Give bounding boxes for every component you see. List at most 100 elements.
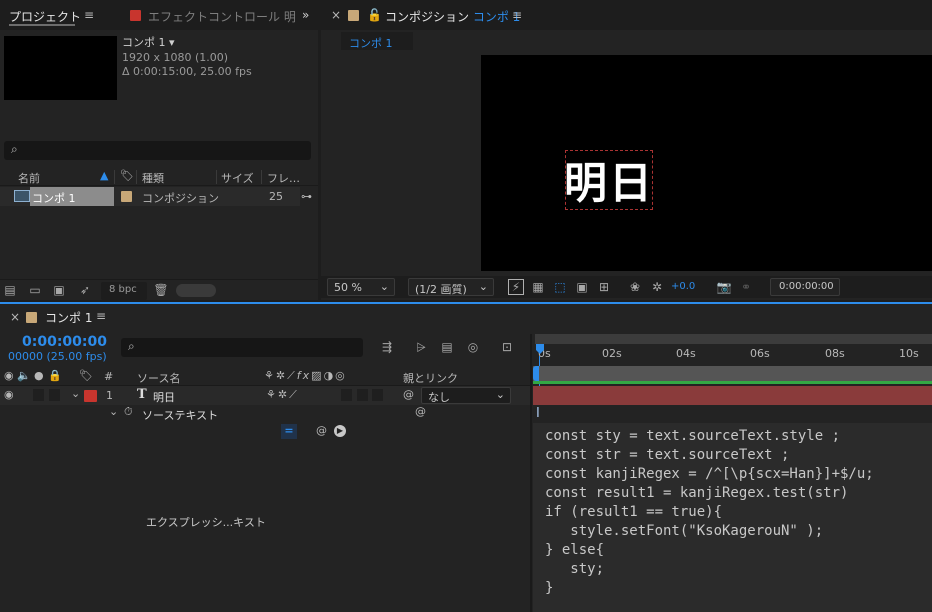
- comp-flowchart-icon[interactable]: ⇶: [378, 338, 396, 356]
- layer-row[interactable]: ◉ ⌄ 1 T 明日 ⚘✲⟋ @ なし ⌄: [0, 386, 530, 405]
- interpret-footage-icon[interactable]: ▤: [2, 282, 18, 298]
- graph-editor-icon[interactable]: ⊡: [498, 338, 516, 356]
- expression-pickwhip-icon[interactable]: @: [415, 405, 426, 418]
- switch-box-2[interactable]: [357, 389, 368, 401]
- tab-effect-controls[interactable]: エフェクトコントロール 明: [148, 8, 296, 25]
- column-name[interactable]: 名前: [18, 170, 40, 186]
- solo-box[interactable]: [33, 389, 44, 401]
- timeline-timecode[interactable]: 0:00:00:00: [22, 334, 107, 350]
- bpc-button[interactable]: 8 bpc: [101, 282, 147, 300]
- new-composition-icon[interactable]: ▣: [51, 282, 67, 298]
- exposure-value[interactable]: +0.0: [671, 281, 695, 292]
- column-frame[interactable]: フレ…: [267, 170, 300, 186]
- timecode-field[interactable]: 0:00:00:00: [770, 278, 840, 296]
- timeline-panel: × コンポ 1 ≡ 0:00:00:00 00000 (25.00 fps) ⌕…: [0, 304, 932, 612]
- chevron-down-icon: ⌄: [379, 280, 389, 293]
- video-switch-icon: ◉: [4, 369, 14, 382]
- frame-blending-icon[interactable]: ▤: [438, 338, 456, 356]
- project-toolbar: ▤ ▭ ▣ ➶ 8 bpc 🗑: [0, 279, 318, 300]
- trash-icon[interactable]: 🗑: [153, 282, 169, 298]
- expand-panels-icon[interactable]: »: [302, 8, 309, 22]
- flowchart-icon[interactable]: ⊶: [301, 190, 312, 203]
- pickwhip-icon[interactable]: @: [403, 388, 414, 401]
- close-icon[interactable]: ×: [331, 8, 341, 22]
- time-ruler[interactable]: 0s 02s 04s 06s 08s 10s: [533, 334, 932, 366]
- motion-blur-icon[interactable]: ◎: [464, 338, 482, 356]
- resolution-select[interactable]: (1/2 画質) ⌄: [408, 278, 494, 296]
- eye-icon[interactable]: ◉: [4, 388, 14, 401]
- zoom-value: 50 %: [334, 281, 362, 294]
- project-search-input[interactable]: ⌕: [4, 141, 311, 160]
- timeline-tab[interactable]: コンポ 1: [45, 309, 92, 326]
- expression-row: = @ ▶: [0, 423, 530, 441]
- zoom-select[interactable]: 50 % ⌄: [327, 278, 395, 296]
- current-time-indicator[interactable]: [536, 344, 544, 362]
- item-type: コンポジション: [142, 192, 219, 205]
- item-label-swatch[interactable]: [121, 191, 132, 202]
- item-name[interactable]: コンポ 1: [30, 187, 114, 206]
- comp-info-dropdown-icon[interactable]: ▾: [169, 36, 175, 49]
- work-area-bar[interactable]: [535, 334, 932, 344]
- layer-name[interactable]: 明日: [153, 389, 175, 405]
- panel-menu-icon[interactable]: ≡: [84, 8, 94, 22]
- solo-icon: ●: [34, 369, 44, 382]
- search-icon: ⌕: [128, 339, 135, 353]
- new-folder-icon[interactable]: ▭: [27, 282, 43, 298]
- composition-title: コンポジション コンポ 1: [385, 8, 520, 25]
- layer-duration-bar[interactable]: [533, 386, 932, 405]
- composition-icon: [14, 190, 30, 202]
- switch-box-1[interactable]: [341, 389, 352, 401]
- work-area-range[interactable]: [533, 366, 932, 381]
- work-area-start-handle[interactable]: [533, 366, 539, 381]
- composition-tabbar: × 🔓 コンポジション コンポ 1 ≡: [321, 0, 932, 30]
- column-size[interactable]: サイズ: [221, 170, 254, 186]
- close-icon[interactable]: ×: [10, 310, 20, 324]
- comp-info-size: 1920 x 1080 (1.00): [122, 51, 229, 64]
- comp-viewer-tab[interactable]: コンポ 1: [341, 32, 413, 50]
- expression-editor[interactable]: const sty = text.sourceText.style ; cons…: [533, 423, 932, 612]
- viewer-text[interactable]: 明日: [564, 149, 654, 211]
- switch-box-3[interactable]: [372, 389, 383, 401]
- sort-asc-icon[interactable]: ▲: [100, 169, 108, 182]
- panel-menu-icon[interactable]: ≡: [96, 309, 106, 323]
- project-item-row[interactable]: コンポ 1 コンポジション 25: [0, 187, 300, 206]
- comp-viewer[interactable]: 明日: [481, 55, 932, 271]
- panel-menu-icon[interactable]: ≡: [512, 8, 522, 22]
- expression-label: エクスプレッシ...キスト: [146, 516, 266, 529]
- layer-index: 1: [106, 389, 113, 402]
- tab-project[interactable]: プロジェクト: [9, 8, 81, 25]
- parent-select[interactable]: なし ⌄: [421, 387, 511, 404]
- render-icon[interactable]: ➶: [77, 282, 93, 298]
- column-type[interactable]: 種類: [142, 170, 164, 186]
- chevron-down-icon[interactable]: ⌄: [109, 405, 118, 418]
- color-management-icon[interactable]: ✲: [649, 279, 665, 295]
- draft-3d-icon[interactable]: ⩥: [412, 338, 430, 356]
- color-channels-icon[interactable]: ❀: [627, 279, 643, 295]
- layer-label-swatch[interactable]: [84, 390, 97, 402]
- effects-tab-swatch: [130, 10, 141, 21]
- expression-graph-icon[interactable]: @: [316, 424, 327, 437]
- stopwatch-icon[interactable]: ⏱: [124, 405, 133, 419]
- column-parent-link[interactable]: 親とリンク: [403, 370, 458, 386]
- label-column-icon[interactable]: 🏷: [120, 169, 134, 182]
- column-source-name[interactable]: ソース名: [137, 370, 180, 386]
- expression-language-menu-icon[interactable]: ▶: [334, 425, 346, 437]
- fast-preview-icon[interactable]: ⚡: [508, 279, 524, 295]
- snapshot-camera-icon[interactable]: 📷: [716, 279, 732, 295]
- grid-guides-icon[interactable]: ⊞: [596, 279, 612, 295]
- chevron-down-icon[interactable]: ⌄: [71, 387, 80, 400]
- mask-visibility-icon[interactable]: ⬚: [552, 279, 568, 295]
- property-row[interactable]: ⌄ ⏱ ソーステキスト @: [0, 405, 530, 423]
- layer-switches[interactable]: ⚘✲⟋: [266, 388, 299, 402]
- lock-icon[interactable]: 🔓: [367, 8, 382, 22]
- column-hash: #: [104, 370, 114, 383]
- timeline-divider: [530, 334, 532, 612]
- region-of-interest-icon[interactable]: ▣: [574, 279, 590, 295]
- transparency-grid-icon[interactable]: ▦: [530, 279, 546, 295]
- work-area-line: [533, 381, 932, 384]
- show-snapshot-icon[interactable]: ⚭: [738, 279, 754, 295]
- lock-box[interactable]: [49, 389, 60, 401]
- timeline-search-input[interactable]: ⌕: [121, 338, 363, 357]
- expression-toggle-icon[interactable]: =: [281, 424, 297, 439]
- thumbnail-slider[interactable]: [176, 284, 216, 297]
